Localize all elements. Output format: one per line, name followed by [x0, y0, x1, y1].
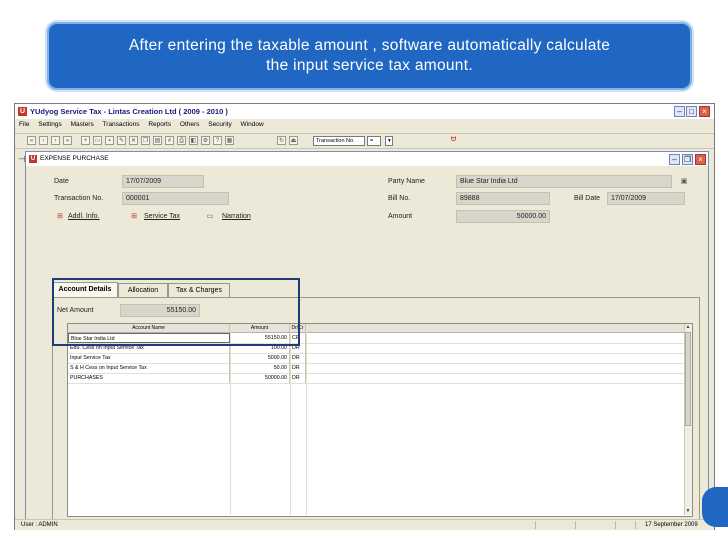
first-record-icon[interactable]: «: [27, 136, 36, 145]
toolbar: « ‹ › » + ▭ ▪ ✎ ✕ ❐ ▤ # ⎙ ◧ ⚙ ? ▦ ↻ ⏏ Tr…: [15, 133, 714, 149]
chevron-down-icon[interactable]: ▾: [385, 136, 393, 146]
child-minimize-button[interactable]: –: [669, 154, 680, 165]
edit-icon[interactable]: ✎: [117, 136, 126, 145]
highlight-box: [52, 278, 300, 346]
bill-date-label: Bill Date: [574, 195, 601, 202]
amount-cell[interactable]: 50.00: [230, 363, 290, 373]
grid-column-line: [306, 332, 307, 515]
grid-column-line: [230, 332, 231, 515]
service-tax-icon[interactable]: ⊞: [130, 213, 138, 221]
exit-icon[interactable]: ⏏: [289, 136, 298, 145]
child-restore-button[interactable]: ❐: [682, 154, 693, 165]
menu-security[interactable]: Security: [208, 121, 231, 128]
instruction-callout: After entering the taxable amount , soft…: [47, 22, 692, 90]
amount-field[interactable]: 50000.00: [456, 210, 550, 223]
grid-column-line: [290, 332, 291, 515]
status-date: 17 September 2009: [645, 522, 698, 528]
binoculars-icon[interactable]: ᗢ: [449, 136, 458, 145]
party-name-field[interactable]: Blue Star India Ltd: [456, 175, 672, 188]
grid-scrollbar[interactable]: ▲ ▼: [684, 324, 692, 515]
scroll-down-icon[interactable]: ▼: [685, 508, 691, 515]
amount-cell[interactable]: 5000.00: [230, 353, 290, 363]
status-divider: [615, 521, 616, 529]
status-bar: User : ADMIN 17 September 2009: [15, 519, 714, 530]
delete-icon[interactable]: ✕: [129, 136, 138, 145]
scroll-up-icon[interactable]: ▲: [685, 324, 691, 331]
accounts-grid: Account Name Amount Dr/Cr Blue Star Indi…: [67, 323, 693, 517]
child-titlebar: U EXPENSE PURCHASE – ❐ ×: [26, 152, 708, 166]
refresh-icon[interactable]: ↻: [277, 136, 286, 145]
bill-no-label: Bill No.: [388, 195, 411, 202]
scroll-thumb[interactable]: [685, 332, 691, 426]
addl-info-icon[interactable]: ⊞: [56, 213, 64, 221]
minimize-button[interactable]: –: [674, 106, 685, 117]
preview-icon[interactable]: ◧: [189, 136, 198, 145]
account-name-cell[interactable]: S & H Cess on Input Service Tax: [68, 363, 230, 373]
transaction-no-field[interactable]: 000001: [122, 192, 229, 205]
tools-icon[interactable]: ⚙: [201, 136, 210, 145]
status-divider: [575, 521, 576, 529]
menu-masters[interactable]: Masters: [71, 121, 94, 128]
menu-reports[interactable]: Reports: [148, 121, 171, 128]
child-logo-icon: U: [29, 155, 37, 163]
callout-line-1: After entering the taxable amount , soft…: [128, 37, 611, 54]
copy-icon[interactable]: ❐: [141, 136, 150, 145]
amount-label: Amount: [388, 213, 413, 220]
child-title: EXPENSE PURCHASE: [40, 155, 109, 162]
open-icon[interactable]: ▭: [93, 136, 102, 145]
menu-transactions[interactable]: Transactions: [103, 121, 140, 128]
menu-others[interactable]: Others: [180, 121, 200, 128]
account-name-cell[interactable]: PURCHASES: [68, 373, 230, 383]
paste-icon[interactable]: ▤: [153, 136, 162, 145]
status-divider: [635, 521, 636, 529]
save-icon[interactable]: ▪: [105, 136, 114, 145]
app-logo-icon: U: [18, 107, 27, 116]
last-record-icon[interactable]: »: [63, 136, 72, 145]
narration-icon[interactable]: ▭: [206, 213, 214, 221]
next-record-icon[interactable]: ›: [51, 136, 60, 145]
transaction-no-label: Transaction No.: [54, 195, 104, 202]
pin-icon[interactable]: ⊣: [18, 154, 26, 165]
status-user: User : ADMIN: [21, 522, 58, 528]
new-icon[interactable]: +: [81, 136, 90, 145]
search-field-select[interactable]: Transaction No.: [313, 136, 365, 146]
addl-info-button[interactable]: Addl. Info.: [68, 213, 100, 220]
party-name-label: Party Name: [388, 178, 425, 185]
bill-no-field[interactable]: 89888: [456, 192, 550, 205]
maximize-button[interactable]: □: [686, 106, 697, 117]
prev-record-icon[interactable]: ‹: [39, 136, 48, 145]
date-field[interactable]: 17/07/2009: [122, 175, 204, 188]
drcr-cell[interactable]: DR: [290, 373, 306, 383]
service-tax-button[interactable]: Service Tax: [144, 213, 180, 220]
status-divider: [535, 521, 536, 529]
date-label: Date: [54, 178, 69, 185]
menu-settings[interactable]: Settings: [38, 121, 62, 128]
drcr-cell[interactable]: DR: [290, 363, 306, 373]
calculator-icon[interactable]: ▦: [225, 136, 234, 145]
drcr-cell[interactable]: DR: [290, 353, 306, 363]
amount-cell[interactable]: 50000.00: [230, 373, 290, 383]
print-icon[interactable]: ⎙: [177, 136, 186, 145]
narration-button[interactable]: Narration: [222, 213, 251, 220]
col-blank: [306, 324, 684, 332]
app-titlebar: U YUdyog Service Tax - Lintas Creation L…: [15, 104, 714, 119]
party-lookup-icon[interactable]: ▣: [680, 178, 688, 186]
menu-bar: File Settings Masters Transactions Repor…: [15, 119, 714, 131]
bill-date-field[interactable]: 17/07/2009: [607, 192, 685, 205]
help-icon[interactable]: ?: [213, 136, 222, 145]
app-title: YUdyog Service Tax - Lintas Creation Ltd…: [30, 107, 228, 116]
grid-icon[interactable]: #: [165, 136, 174, 145]
account-name-cell[interactable]: Input Service Tax: [68, 353, 230, 363]
child-close-button[interactable]: ×: [695, 154, 706, 165]
callout-line-2: the input service tax amount.: [266, 57, 473, 74]
close-button[interactable]: ×: [699, 106, 710, 117]
menu-file[interactable]: File: [19, 121, 29, 128]
slide-decoration: [702, 487, 728, 527]
menu-window[interactable]: Window: [241, 121, 264, 128]
table-row[interactable]: PURCHASES 50000.00 DR: [68, 373, 684, 384]
search-operator-select[interactable]: =: [367, 136, 381, 146]
